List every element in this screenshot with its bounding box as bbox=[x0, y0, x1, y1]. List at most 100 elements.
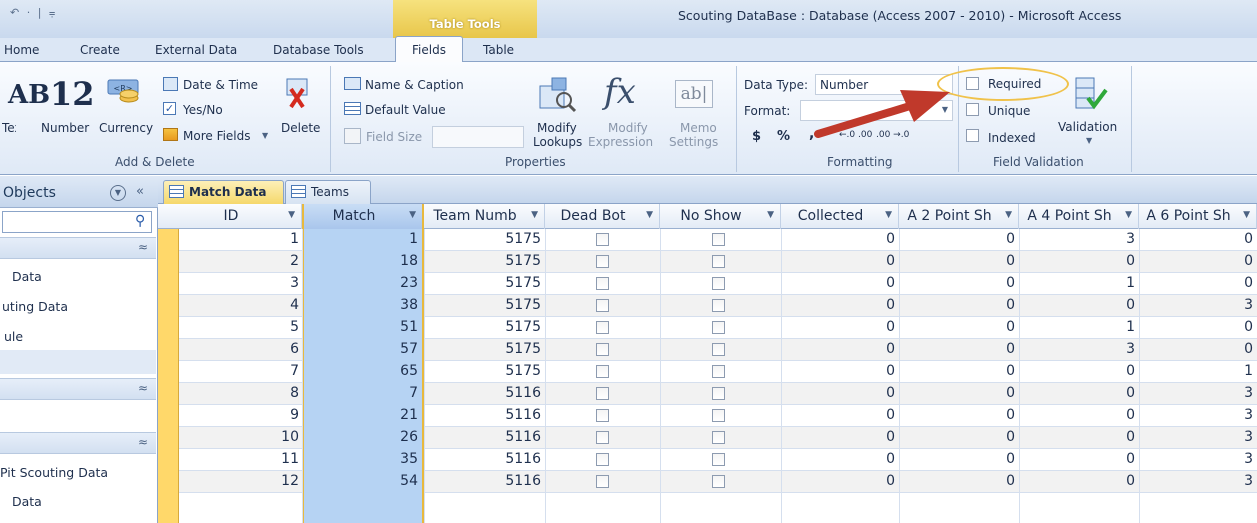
cell-team[interactable]: 5175 bbox=[461, 251, 541, 273]
text-field-icon[interactable]: AB bbox=[8, 80, 50, 110]
cell-match[interactable]: 1 bbox=[338, 229, 418, 251]
column-header-a2-point[interactable]: A 2 Point Sh ▼ bbox=[899, 204, 1019, 229]
no-show-checkbox[interactable] bbox=[712, 277, 725, 290]
cell-match[interactable]: 35 bbox=[338, 449, 418, 471]
cell-id[interactable]: 11 bbox=[219, 449, 299, 471]
cell-team[interactable]: 5175 bbox=[461, 339, 541, 361]
cell-a6[interactable]: 1 bbox=[1173, 361, 1253, 383]
date-time-button[interactable]: Date & Time bbox=[183, 78, 258, 92]
cell-match[interactable]: 54 bbox=[338, 471, 418, 493]
cell-a4[interactable]: 0 bbox=[1055, 427, 1135, 449]
cell-team[interactable]: 5116 bbox=[461, 427, 541, 449]
dead-bot-checkbox[interactable] bbox=[596, 431, 609, 444]
nav-group-header[interactable]: ≈ bbox=[0, 432, 156, 454]
doc-tab-teams[interactable]: Teams bbox=[285, 180, 371, 204]
sort-dropdown-icon[interactable]: ▼ bbox=[646, 210, 653, 220]
sort-dropdown-icon[interactable]: ▼ bbox=[1005, 210, 1012, 220]
yes-no-button[interactable]: Yes/No bbox=[183, 103, 223, 117]
cell-id[interactable]: 9 bbox=[219, 405, 299, 427]
nav-item-schedule[interactable]: ule bbox=[4, 329, 23, 344]
cell-a2[interactable]: 0 bbox=[935, 317, 1015, 339]
dead-bot-checkbox[interactable] bbox=[596, 343, 609, 356]
add-text-button-label[interactable]: Text bbox=[2, 121, 16, 135]
column-header-a4-point[interactable]: A 4 Point Sh ▼ bbox=[1019, 204, 1139, 229]
number-field-icon[interactable]: 12 bbox=[50, 75, 95, 113]
cell-match[interactable]: 38 bbox=[338, 295, 418, 317]
sort-dropdown-icon[interactable]: ▼ bbox=[288, 210, 295, 220]
tab-home[interactable]: Home bbox=[4, 43, 39, 57]
dead-bot-checkbox[interactable] bbox=[596, 321, 609, 334]
cell-a2[interactable]: 0 bbox=[935, 383, 1015, 405]
modify-lookups-label-2[interactable]: Lookups bbox=[533, 135, 582, 149]
validation-icon[interactable] bbox=[1070, 76, 1108, 114]
column-header-no-show[interactable]: No Show ▼ bbox=[660, 204, 781, 229]
no-show-checkbox[interactable] bbox=[712, 387, 725, 400]
no-show-checkbox[interactable] bbox=[712, 299, 725, 312]
cell-collected[interactable]: 0 bbox=[815, 317, 895, 339]
cell-a6[interactable]: 0 bbox=[1173, 339, 1253, 361]
more-fields-button[interactable]: More Fields bbox=[183, 129, 251, 143]
cell-id[interactable]: 1 bbox=[219, 229, 299, 251]
cell-match[interactable]: 51 bbox=[338, 317, 418, 339]
cell-a2[interactable]: 0 bbox=[935, 251, 1015, 273]
sort-dropdown-icon[interactable]: ▼ bbox=[885, 210, 892, 220]
cell-a4[interactable]: 3 bbox=[1055, 229, 1135, 251]
cell-a4[interactable]: 0 bbox=[1055, 383, 1135, 405]
cell-a2[interactable]: 0 bbox=[935, 405, 1015, 427]
modify-lookups-label-1[interactable]: Modify bbox=[537, 121, 577, 135]
cell-match[interactable]: 18 bbox=[338, 251, 418, 273]
cell-a2[interactable]: 0 bbox=[935, 273, 1015, 295]
currency-icon[interactable]: <R> bbox=[107, 78, 141, 106]
cell-id[interactable]: 2 bbox=[219, 251, 299, 273]
dead-bot-checkbox[interactable] bbox=[596, 475, 609, 488]
column-header-team-number[interactable]: Team Numb ▼ bbox=[424, 204, 545, 229]
cell-a6[interactable]: 0 bbox=[1173, 251, 1253, 273]
cell-collected[interactable]: 0 bbox=[815, 383, 895, 405]
tab-table[interactable]: Table bbox=[483, 43, 514, 57]
cell-collected[interactable]: 0 bbox=[815, 339, 895, 361]
column-header-id[interactable]: ID ▼ bbox=[179, 204, 302, 229]
cell-team[interactable]: 5175 bbox=[461, 273, 541, 295]
cell-a4[interactable]: 1 bbox=[1055, 273, 1135, 295]
modify-lookups-icon[interactable] bbox=[538, 76, 578, 116]
tab-database-tools[interactable]: Database Tools bbox=[273, 43, 364, 57]
add-number-button-label[interactable]: Number bbox=[41, 121, 89, 135]
cell-match[interactable]: 7 bbox=[338, 383, 418, 405]
cell-team[interactable]: 5175 bbox=[461, 317, 541, 339]
cell-a4[interactable]: 0 bbox=[1055, 295, 1135, 317]
cell-a4[interactable]: 0 bbox=[1055, 251, 1135, 273]
cell-a6[interactable]: 3 bbox=[1173, 405, 1253, 427]
modify-expression-icon[interactable]: fx bbox=[604, 72, 636, 112]
dead-bot-checkbox[interactable] bbox=[596, 453, 609, 466]
nav-item-selected[interactable] bbox=[0, 350, 156, 374]
column-header-match[interactable]: Match ▼ bbox=[302, 204, 424, 229]
cell-id[interactable]: 8 bbox=[219, 383, 299, 405]
cell-a2[interactable]: 0 bbox=[935, 229, 1015, 251]
cell-a6[interactable]: 0 bbox=[1173, 229, 1253, 251]
no-show-checkbox[interactable] bbox=[712, 409, 725, 422]
cell-team[interactable]: 5116 bbox=[461, 383, 541, 405]
cell-id[interactable]: 3 bbox=[219, 273, 299, 295]
nav-group-header[interactable]: ≈ bbox=[0, 237, 156, 259]
no-show-checkbox[interactable] bbox=[712, 365, 725, 378]
cell-a2[interactable]: 0 bbox=[935, 339, 1015, 361]
cell-collected[interactable]: 0 bbox=[815, 471, 895, 493]
column-header-collected[interactable]: Collected ▼ bbox=[781, 204, 899, 229]
cell-a6[interactable]: 0 bbox=[1173, 317, 1253, 339]
cell-a4[interactable]: 0 bbox=[1055, 449, 1135, 471]
nav-item-match-data[interactable]: Data bbox=[12, 494, 42, 509]
no-show-checkbox[interactable] bbox=[712, 233, 725, 246]
cell-collected[interactable]: 0 bbox=[815, 295, 895, 317]
cell-a4[interactable]: 0 bbox=[1055, 361, 1135, 383]
name-caption-button[interactable]: Name & Caption bbox=[365, 78, 464, 92]
tab-fields[interactable]: Fields bbox=[395, 36, 463, 63]
add-currency-button-label[interactable]: Currency bbox=[99, 121, 153, 135]
cell-collected[interactable]: 0 bbox=[815, 229, 895, 251]
no-show-checkbox[interactable] bbox=[712, 431, 725, 444]
no-show-checkbox[interactable] bbox=[712, 475, 725, 488]
cell-id[interactable]: 6 bbox=[219, 339, 299, 361]
cell-match[interactable]: 65 bbox=[338, 361, 418, 383]
cell-a2[interactable]: 0 bbox=[935, 427, 1015, 449]
cell-collected[interactable]: 0 bbox=[815, 361, 895, 383]
cell-a6[interactable]: 3 bbox=[1173, 383, 1253, 405]
